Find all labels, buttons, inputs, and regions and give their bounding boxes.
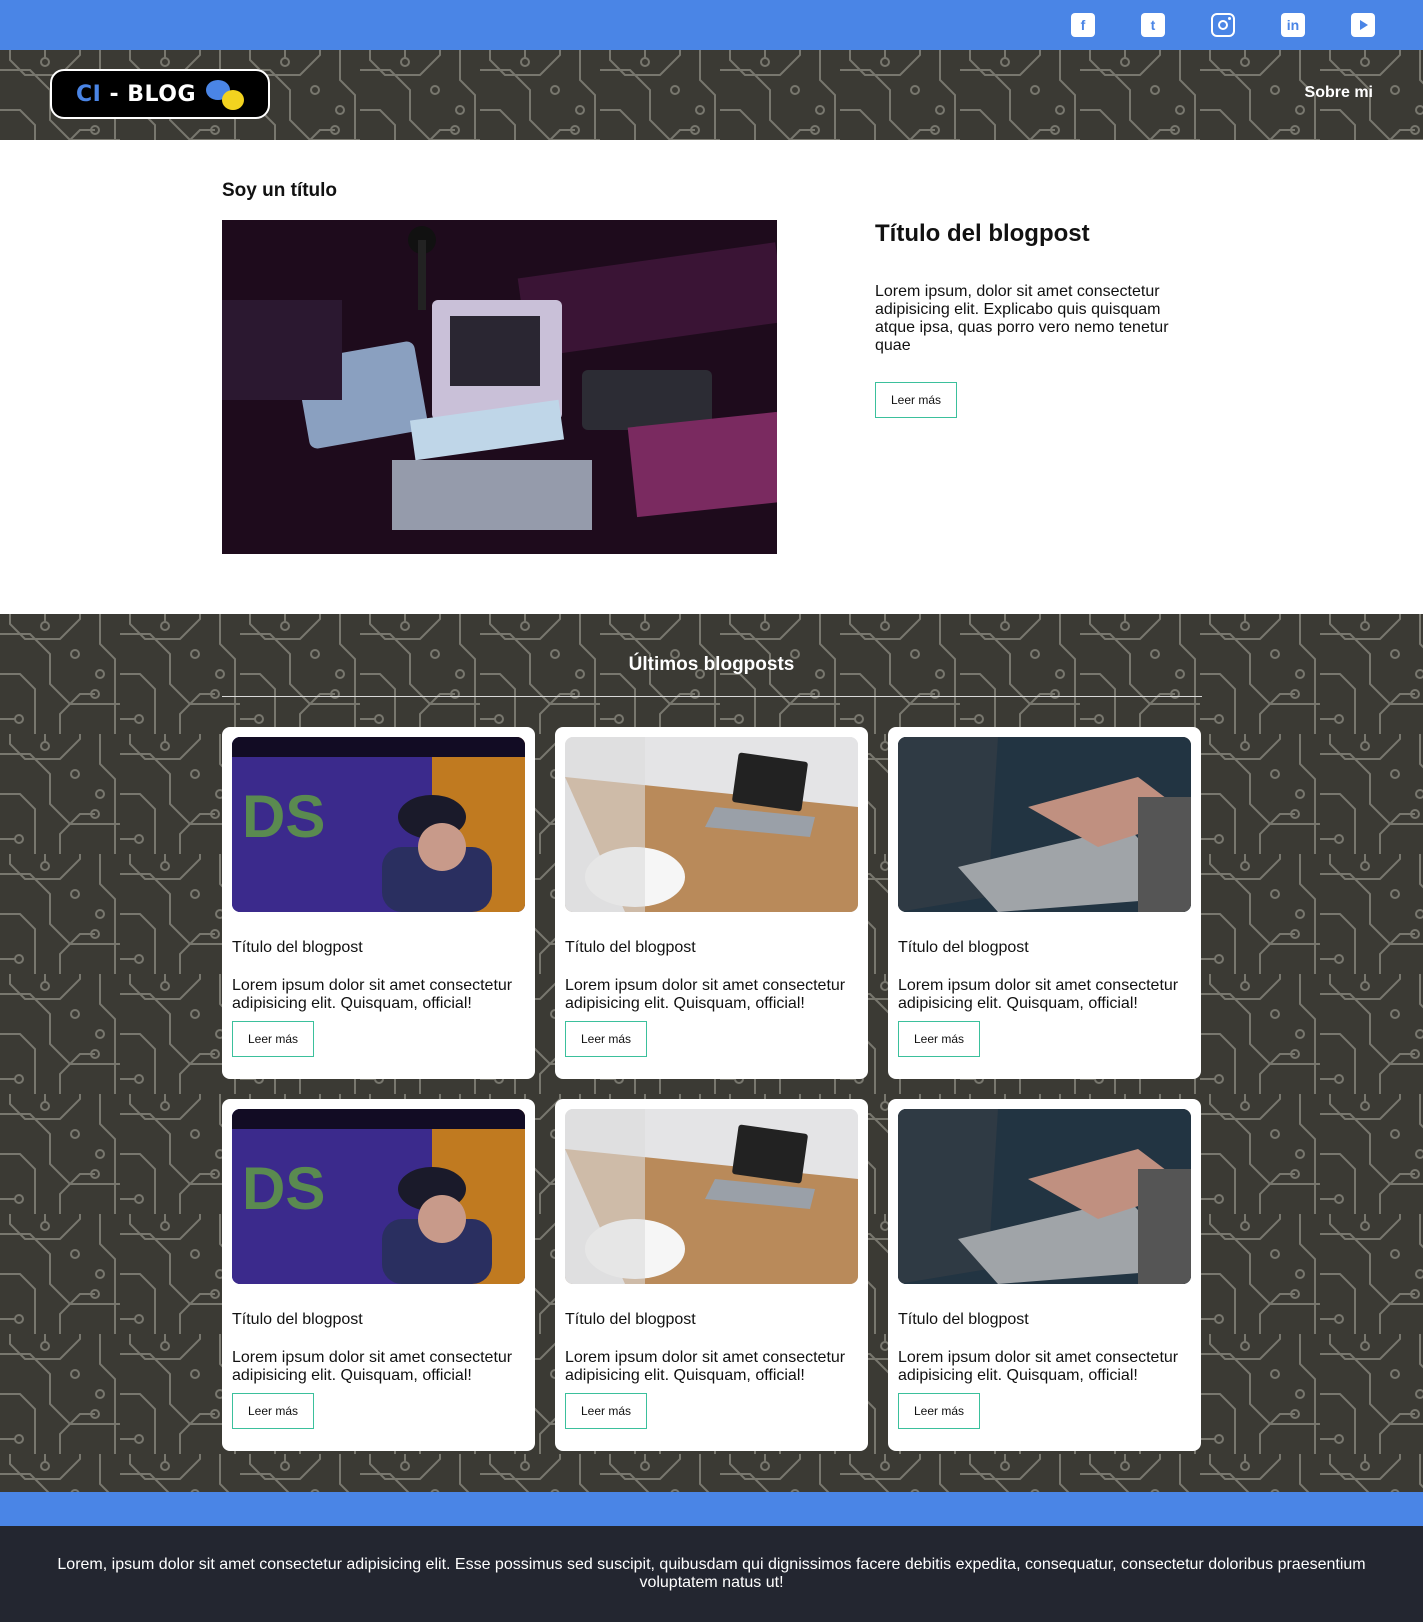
desk-illustration [565,737,858,912]
card-title: Título del blogpost [565,939,696,956]
play-icon [1360,20,1368,30]
card-title: Título del blogpost [898,1311,1029,1328]
youtube-icon[interactable] [1351,13,1375,37]
card-text: Lorem ipsum dolor sit amet consectetur a… [898,1349,1179,1384]
card-title: Título del blogpost [565,1311,696,1328]
site-logo[interactable]: CI - BLOG [50,69,270,119]
card-image-vr: DS [232,1109,525,1284]
yellow-bubble [222,90,244,110]
blog-card: Título del blogpost Lorem ipsum dolor si… [888,1099,1201,1451]
latest-posts-section: Últimos blogposts DS Título del blogpost… [0,614,1423,1492]
card-image-desk [565,1109,858,1284]
social-bar: f t in [0,0,1423,50]
featured-post-title: Título del blogpost [875,220,1090,247]
card-image-desk [565,737,858,912]
card-text: Lorem ipsum dolor sit amet consectetur a… [898,977,1179,1012]
blog-card: Título del blogpost Lorem ipsum dolor si… [555,727,868,1079]
instagram-dot [1228,17,1231,20]
latest-posts-title: Últimos blogposts [628,654,795,675]
svg-text:DS: DS [242,1155,325,1222]
featured-image [222,220,777,554]
card-read-more-button[interactable]: Leer más [898,1393,980,1429]
footer-band [0,1492,1423,1526]
footer-text: Lorem, ipsum dolor sit amet consectetur … [57,1556,1366,1591]
vr-illustration: DS [232,737,525,912]
retro-computers-illustration [222,220,777,554]
desk-illustration [565,1109,858,1284]
card-title: Título del blogpost [232,1311,363,1328]
instagram-icon[interactable] [1211,13,1235,37]
laptop-illustration [898,1109,1191,1284]
card-title: Título del blogpost [232,939,363,956]
svg-text:DS: DS [242,783,325,850]
card-read-more-button[interactable]: Leer más [232,1021,314,1057]
featured-read-more-button[interactable]: Leer más [875,382,957,418]
twitter-icon[interactable]: t [1141,13,1165,37]
card-text: Lorem ipsum dolor sit amet consectetur a… [232,977,513,1012]
logo-text: CI - BLOG [76,81,197,107]
section-title: Soy un título [222,180,338,201]
blog-card: DS Título del blogpost Lorem ipsum dolor… [222,1099,535,1451]
vr-illustration: DS [232,1109,525,1284]
blog-card: Título del blogpost Lorem ipsum dolor si… [555,1099,868,1451]
divider [222,696,1202,697]
laptop-illustration [898,737,1191,912]
featured-post-excerpt: Lorem ipsum, dolor sit amet consectetur … [875,283,1169,354]
card-read-more-button[interactable]: Leer más [898,1021,980,1057]
card-read-more-button[interactable]: Leer más [565,1021,647,1057]
linkedin-icon[interactable]: in [1281,13,1305,37]
instagram-ring [1218,20,1228,30]
card-title: Título del blogpost [898,939,1029,956]
facebook-icon[interactable]: f [1071,13,1095,37]
card-image-vr: DS [232,737,525,912]
blog-card: Título del blogpost Lorem ipsum dolor si… [888,727,1201,1079]
card-image-laptop [898,737,1191,912]
card-read-more-button[interactable]: Leer más [232,1393,314,1429]
chat-bubbles-icon [204,78,248,112]
site-header: CI - BLOG Sobre mi [0,50,1423,140]
site-footer: Lorem, ipsum dolor sit amet consectetur … [0,1526,1423,1622]
card-text: Lorem ipsum dolor sit amet consectetur a… [565,977,846,1012]
nav-about-link[interactable]: Sobre mi [1305,84,1373,102]
card-text: Lorem ipsum dolor sit amet consectetur a… [565,1349,846,1384]
blog-card: DS Título del blogpost Lorem ipsum dolor… [222,727,535,1079]
card-image-laptop [898,1109,1191,1284]
card-read-more-button[interactable]: Leer más [565,1393,647,1429]
card-text: Lorem ipsum dolor sit amet consectetur a… [232,1349,513,1384]
